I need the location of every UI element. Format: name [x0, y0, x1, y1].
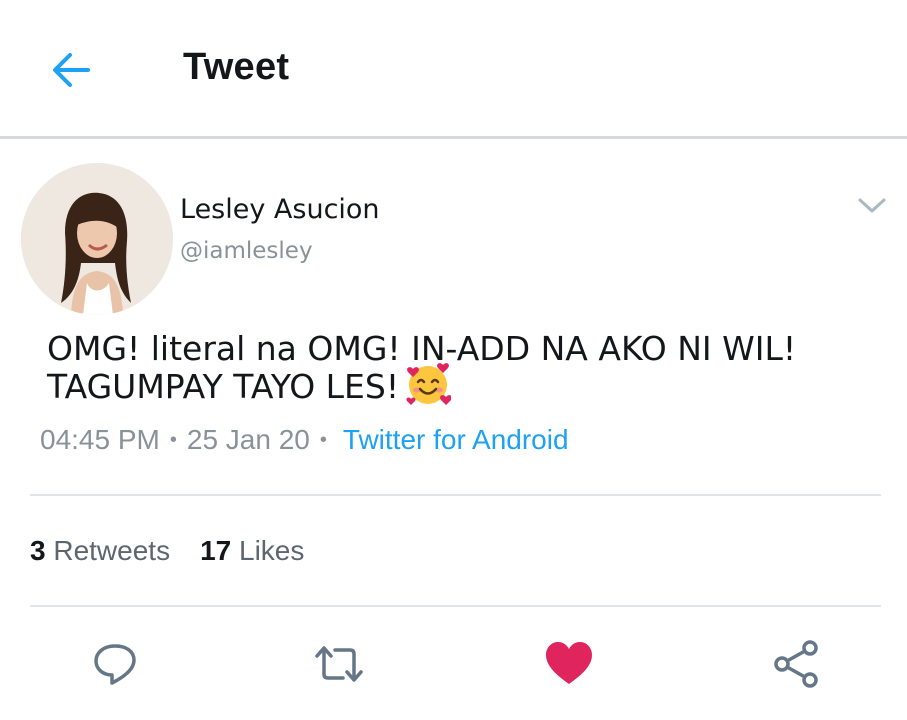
- tweet-stats: 3 Retweets 17 Likes: [30, 535, 304, 567]
- likes-label: Likes: [239, 535, 305, 566]
- tweet-meta: 04:45 PM • 25 Jan 20 • Twitter for Android: [40, 424, 569, 456]
- tweet-date: 25 Jan 20: [186, 424, 310, 455]
- tweet-text-line-1: OMG! literal na OMG! IN-ADD NA AKO NI WI…: [47, 329, 797, 368]
- chevron-down-icon[interactable]: [855, 192, 889, 218]
- divider: [30, 494, 881, 496]
- smiling-face-with-hearts-icon: [406, 362, 452, 405]
- tweet-text-line-2: TAGUMPAY TAYO LES!: [47, 362, 887, 407]
- meta-separator: •: [169, 429, 177, 451]
- author-name[interactable]: Lesley Asucion: [180, 194, 380, 225]
- divider: [30, 605, 881, 607]
- tweet-text-line-2-words: TAGUMPAY TAYO LES!: [47, 367, 400, 406]
- heart-icon[interactable]: [543, 638, 595, 690]
- header-divider: [0, 136, 907, 139]
- header-bar: Tweet: [0, 0, 907, 138]
- author-handle[interactable]: @iamlesley: [180, 238, 313, 264]
- retweet-icon[interactable]: [313, 638, 365, 690]
- meta-separator: •: [319, 429, 327, 451]
- likes-stat[interactable]: 17 Likes: [200, 535, 304, 566]
- tweet-text: OMG! literal na OMG! IN-ADD NA AKO NI WI…: [47, 330, 887, 407]
- tweet-time: 04:45 PM: [40, 424, 160, 455]
- page-title: Tweet: [183, 46, 290, 88]
- avatar[interactable]: [21, 163, 173, 315]
- share-icon[interactable]: [771, 638, 823, 690]
- tweet-source-link[interactable]: Twitter for Android: [343, 424, 569, 455]
- retweets-stat[interactable]: 3 Retweets: [30, 535, 170, 566]
- retweets-label: Retweets: [53, 535, 171, 566]
- likes-count: 17: [200, 535, 232, 566]
- reply-icon[interactable]: [89, 638, 141, 690]
- arrow-left-icon[interactable]: [48, 48, 94, 92]
- retweets-count: 3: [30, 535, 46, 566]
